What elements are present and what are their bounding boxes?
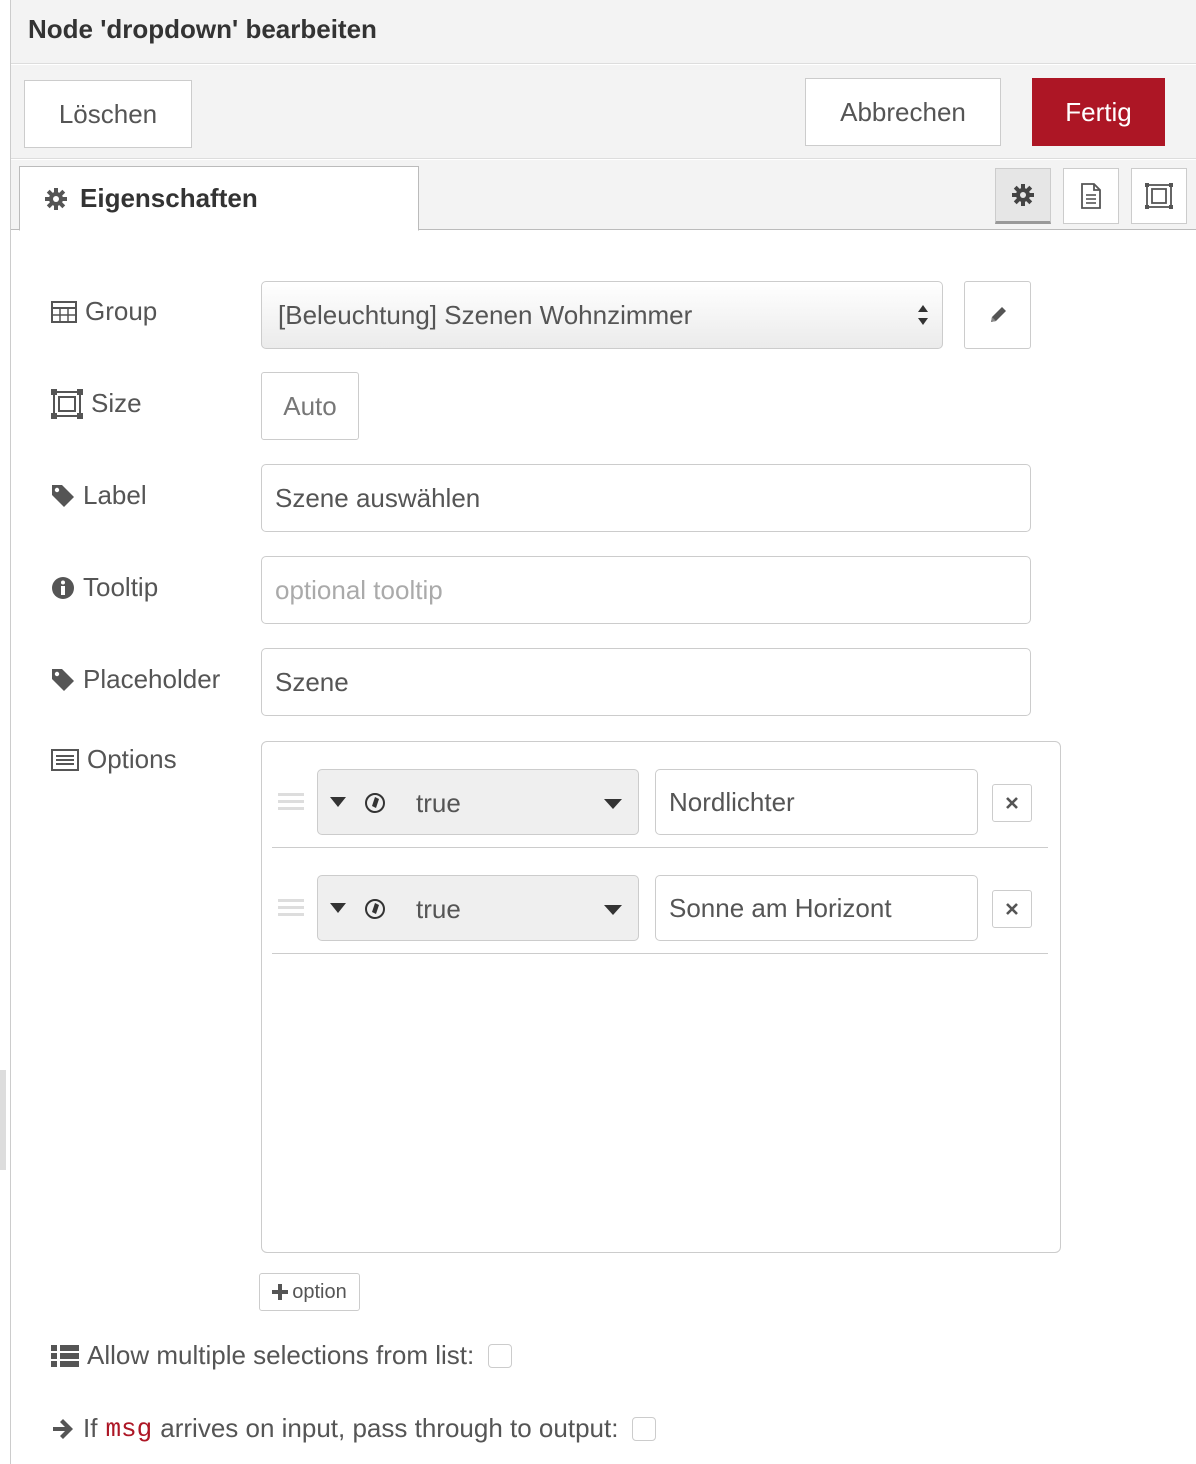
multiple-selection-row: Allow multiple selections from list: bbox=[51, 1340, 513, 1371]
dialog-toolbar: Löschen Abbrechen Fertig bbox=[11, 65, 1196, 159]
drag-handle-icon[interactable] bbox=[278, 870, 304, 946]
options-label: Options bbox=[87, 744, 177, 774]
scrollbar-handle[interactable] bbox=[0, 1070, 6, 1170]
option-value-input[interactable]: Nordlichter bbox=[655, 769, 978, 835]
group-row-label: Group bbox=[51, 296, 157, 327]
passthrough-row: If msg arrives on input, pass through to… bbox=[51, 1413, 657, 1444]
option-row: true Nordlichter bbox=[272, 742, 1048, 848]
options-list: true Nordlichter true Sonne am Horizont bbox=[261, 741, 1061, 1253]
table-icon bbox=[51, 300, 77, 323]
passthrough-checkbox[interactable] bbox=[632, 1416, 657, 1441]
tag-icon bbox=[52, 668, 74, 691]
option-row: true Sonne am Horizont bbox=[272, 848, 1048, 954]
document-icon bbox=[1081, 183, 1101, 209]
group-label: Group bbox=[85, 296, 158, 326]
placeholder-input[interactable]: Szene bbox=[261, 648, 1031, 716]
tab-properties[interactable]: Eigenschaften bbox=[19, 166, 419, 231]
multiple-selection-label: Allow multiple selections from list: bbox=[87, 1340, 475, 1370]
label-input[interactable]: Szene auswählen bbox=[261, 464, 1031, 532]
boolean-type-icon bbox=[365, 793, 385, 813]
drag-handle-icon[interactable] bbox=[278, 764, 304, 840]
size-row-label: Size bbox=[51, 388, 142, 419]
appearance-tab-button[interactable] bbox=[1131, 168, 1187, 224]
dialog-title: Node 'dropdown' bearbeiten bbox=[28, 14, 377, 44]
multiple-selection-checkbox[interactable] bbox=[488, 1343, 513, 1368]
group-select-value: [Beleuchtung] Szenen Wohnzimmer bbox=[278, 299, 693, 330]
description-tab-button[interactable] bbox=[1063, 168, 1119, 224]
edit-group-button[interactable] bbox=[964, 281, 1031, 349]
edit-dialog: Node 'dropdown' bearbeiten Löschen Abbre… bbox=[10, 0, 1196, 1464]
cancel-button[interactable]: Abbrechen bbox=[805, 78, 1001, 146]
size-button[interactable]: Auto bbox=[261, 372, 359, 440]
group-select[interactable]: [Beleuchtung] Szenen Wohnzimmer bbox=[261, 281, 943, 349]
delete-button[interactable]: Löschen bbox=[24, 80, 192, 148]
tooltip-input[interactable]: optional tooltip bbox=[261, 556, 1031, 624]
add-option-button[interactable]: option bbox=[259, 1273, 360, 1311]
tab-properties-label: Eigenschaften bbox=[80, 183, 258, 213]
passthrough-suffix: arrives on input, pass through to output… bbox=[160, 1413, 619, 1443]
dialog-title-bar: Node 'dropdown' bearbeiten bbox=[11, 0, 1196, 64]
remove-option-button[interactable] bbox=[992, 784, 1032, 822]
resize-icon bbox=[51, 388, 83, 419]
passthrough-prefix: If bbox=[83, 1413, 98, 1443]
placeholder-row-label: Placeholder bbox=[51, 664, 220, 695]
tooltip-row-label: Tooltip bbox=[51, 572, 158, 603]
select-arrows-icon bbox=[918, 305, 928, 325]
tag-icon bbox=[52, 484, 74, 507]
placeholder-label: Placeholder bbox=[83, 664, 221, 694]
size-label: Size bbox=[91, 388, 142, 418]
tab-bar: Eigenschaften bbox=[11, 160, 1196, 231]
caret-down-icon bbox=[604, 905, 622, 915]
options-row-label: Options bbox=[51, 744, 177, 775]
gear-icon bbox=[1012, 184, 1034, 206]
remove-option-button[interactable] bbox=[992, 890, 1032, 928]
close-icon bbox=[1006, 797, 1018, 809]
pencil-icon bbox=[990, 307, 1006, 322]
gear-icon bbox=[45, 187, 67, 210]
option-type-value: true bbox=[416, 788, 461, 818]
label-row-label: Label bbox=[51, 480, 147, 511]
plus-icon bbox=[272, 1284, 289, 1300]
resize-icon bbox=[1145, 183, 1173, 209]
settings-tab-button[interactable] bbox=[995, 168, 1051, 224]
boolean-type-icon bbox=[365, 899, 385, 919]
caret-down-icon bbox=[330, 903, 346, 913]
arrow-right-icon bbox=[53, 1418, 73, 1439]
label-label: Label bbox=[83, 480, 147, 510]
info-icon bbox=[52, 576, 74, 599]
close-icon bbox=[1006, 903, 1018, 915]
list-icon bbox=[51, 1344, 79, 1367]
passthrough-code: msg bbox=[105, 1413, 153, 1444]
option-type-value: true bbox=[416, 894, 461, 924]
option-type-select[interactable]: true bbox=[317, 875, 639, 941]
list-box-icon bbox=[51, 748, 79, 771]
done-button[interactable]: Fertig bbox=[1032, 78, 1165, 146]
option-type-select[interactable]: true bbox=[317, 769, 639, 835]
tooltip-label: Tooltip bbox=[83, 572, 159, 602]
add-option-label: option bbox=[292, 1280, 347, 1303]
option-value-input[interactable]: Sonne am Horizont bbox=[655, 875, 978, 941]
caret-down-icon bbox=[330, 797, 346, 807]
caret-down-icon bbox=[604, 799, 622, 809]
